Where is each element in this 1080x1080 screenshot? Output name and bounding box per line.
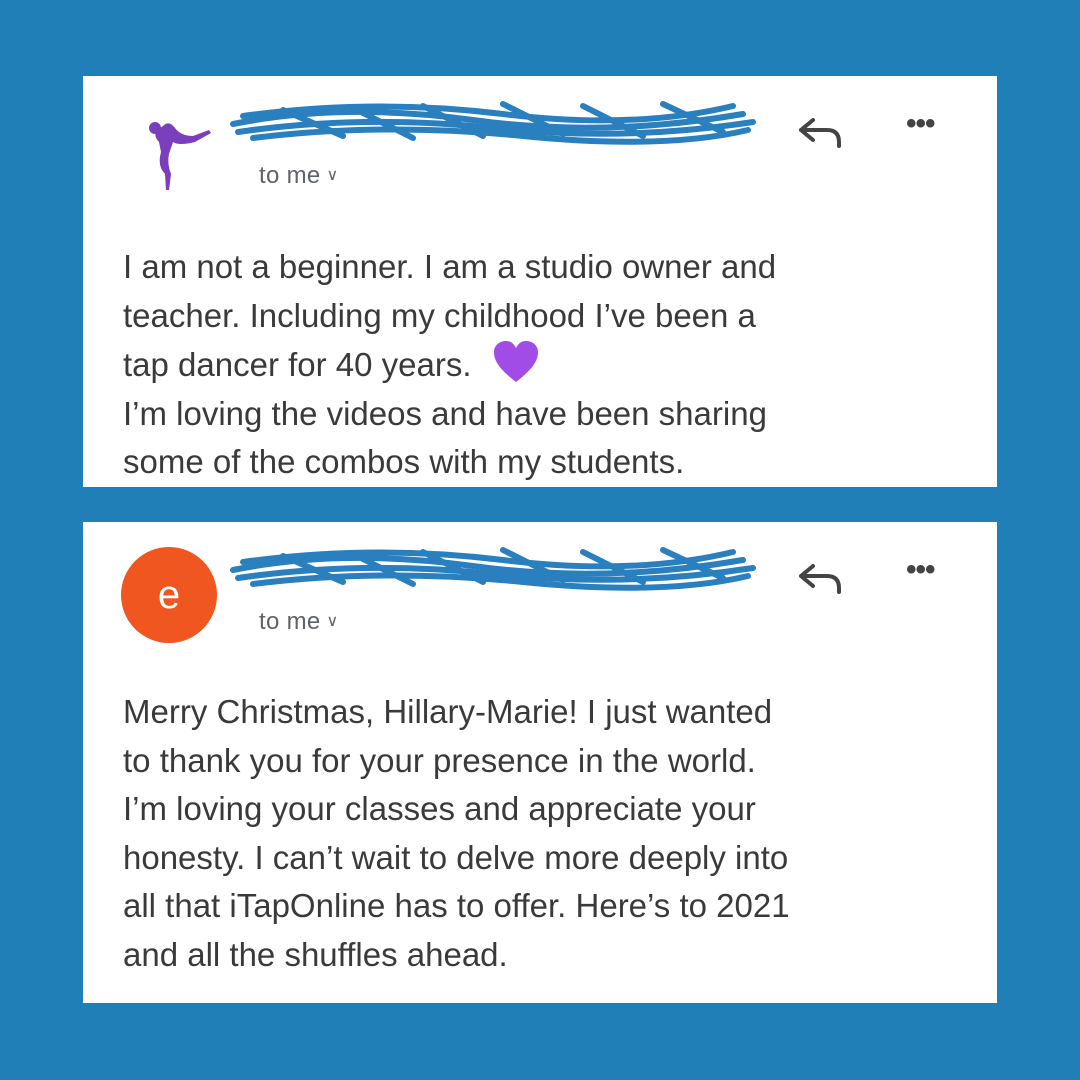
body-line: I’m loving your classes and appreciate y… [123, 790, 756, 827]
body-line: teacher. Including my childhood I’ve bee… [123, 296, 756, 334]
email-body: I am not a beginner. I am a studio owner… [123, 243, 957, 487]
body-line: Merry Christmas, Hillary-Marie! I just w… [123, 693, 773, 730]
body-line-text: tap dancer for 40 years. [123, 346, 472, 383]
more-options-icon[interactable]: ••• [906, 109, 935, 139]
sender-avatar: e [121, 547, 217, 643]
email-card-1: to me ∨ ••• I am not a beginner. I am a s… [83, 76, 997, 487]
chevron-down-icon[interactable]: ∨ [327, 167, 339, 184]
more-options-icon[interactable]: ••• [906, 555, 935, 585]
email-card-2: e to me ∨ ••• Merry Christmas, Hillary-Ma… [83, 522, 997, 1003]
dancer-avatar-icon [149, 122, 211, 190]
body-line: I’m loving the videos and have been shar… [123, 394, 767, 432]
recipient-text: to me [259, 608, 321, 635]
purple-heart-icon [493, 341, 538, 382]
redacted-sender-scribble [230, 547, 756, 591]
reply-icon[interactable] [797, 114, 843, 150]
recipient-text: to me [259, 162, 321, 189]
email-body: Merry Christmas, Hillary-Marie! I just w… [123, 688, 957, 979]
recipient-label[interactable]: to me ∨ [259, 608, 339, 636]
body-line: all that iTapOnline has to offer. Here’s… [123, 887, 790, 924]
chevron-down-icon[interactable]: ∨ [327, 613, 339, 630]
reply-icon[interactable] [797, 560, 843, 596]
body-line: I am not a beginner. I am a studio owner… [123, 248, 777, 285]
recipient-label[interactable]: to me ∨ [259, 162, 339, 190]
body-line-with-emoji: tap dancer for 40 years. [123, 340, 957, 390]
redacted-sender-scribble [230, 101, 756, 145]
body-line: and all the shuffles ahead. [123, 935, 508, 973]
body-line: to thank you for your presence in the wo… [123, 741, 756, 779]
body-line: some of the combos with my students. [123, 443, 685, 480]
body-line: honesty. I can’t wait to delve more deep… [123, 838, 789, 876]
